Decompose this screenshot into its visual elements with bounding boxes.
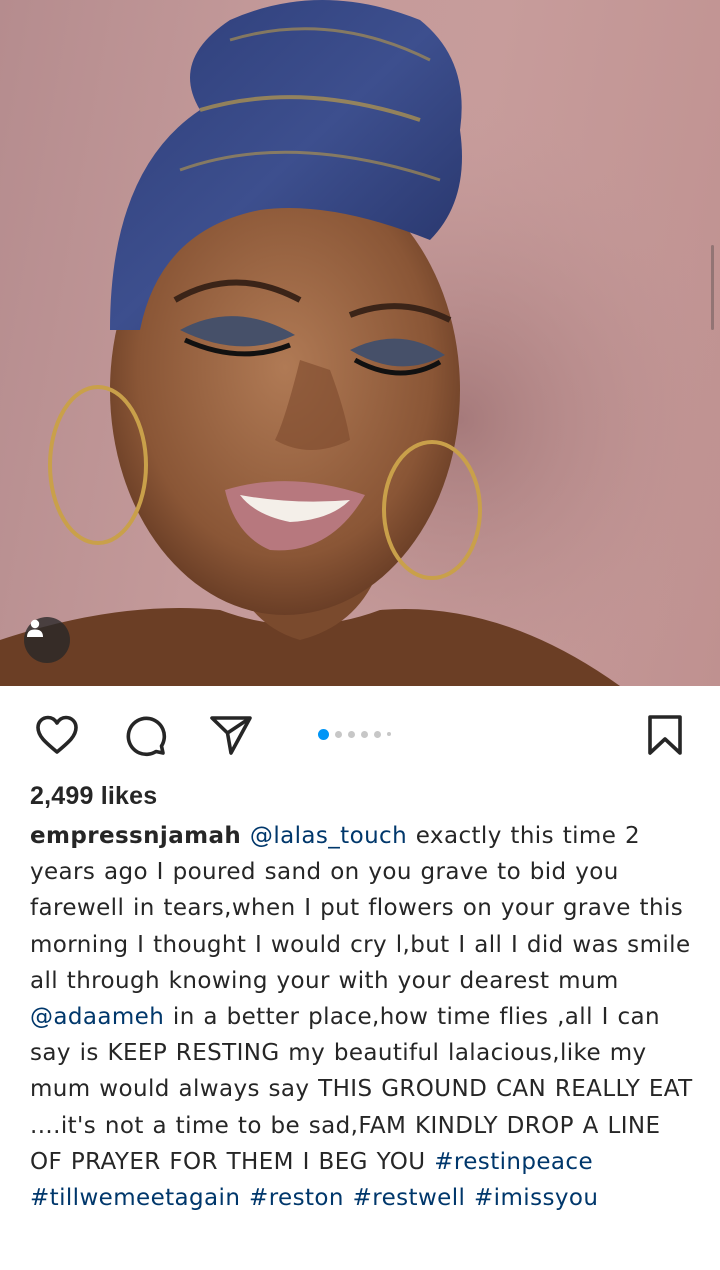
scroll-indicator [711,245,714,330]
hashtag-link[interactable]: #imissyou [474,1185,598,1211]
carousel-dot [387,732,391,736]
hashtag-link[interactable]: #restinpeace [434,1149,593,1175]
hashtag-link[interactable]: #tillwemeetagain [30,1185,240,1211]
share-button[interactable] [208,712,254,758]
heart-icon [36,715,78,754]
post-action-bar [0,700,720,764]
post-photo[interactable] [0,0,720,686]
hashtag-link[interactable]: #reston [249,1185,344,1211]
carousel-dot [374,730,381,738]
carousel-dot [361,730,368,738]
likes-count[interactable]: 2,499 likes [30,782,157,811]
caption-username[interactable]: empressnjamah [30,823,241,849]
carousel-dot [335,730,342,738]
bookmark-icon [648,715,682,755]
hashtag-link[interactable]: #restwell [353,1185,466,1211]
mention-link[interactable]: @lalas_touch [250,823,407,849]
comment-button[interactable] [122,712,168,758]
save-button[interactable] [642,712,688,758]
carousel-dot-active [318,728,329,740]
paper-plane-icon [210,716,252,755]
carousel-dot [348,730,355,738]
comment-bubble-icon [126,716,167,757]
post-caption: empressnjamah @lalas_touch exactly this … [30,818,698,1216]
person-icon [27,619,43,637]
user-tags-button[interactable] [24,617,70,663]
carousel-indicator [318,728,391,740]
like-button[interactable] [34,712,80,758]
portrait-illustration [0,0,720,686]
mention-link[interactable]: @adaameh [30,1004,164,1030]
